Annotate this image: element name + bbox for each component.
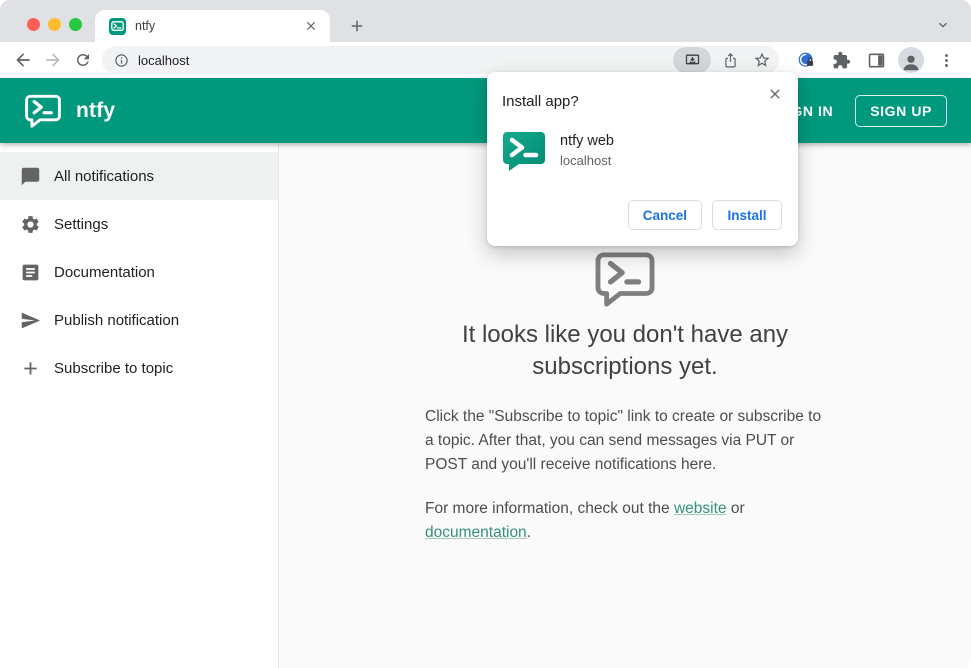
sidebar-item-subscribe-to-topic[interactable]: Subscribe to topic xyxy=(0,344,278,392)
install-app-icon[interactable] xyxy=(673,47,711,73)
close-window-button[interactable] xyxy=(27,18,40,31)
sidebar-item-label: Documentation xyxy=(54,263,155,281)
share-icon[interactable] xyxy=(717,47,743,73)
empty-state-more: For more information, check out the webs… xyxy=(425,497,825,545)
sign-up-button[interactable]: SIGN UP xyxy=(855,94,947,127)
install-app-dialog: Install app? ntfy web localhost Cancel I… xyxy=(487,72,798,246)
sidebar-item-all-notifications[interactable]: All notifications xyxy=(0,152,278,200)
ntfy-app-icon xyxy=(502,131,546,171)
sidebar-item-publish-notification[interactable]: Publish notification xyxy=(0,296,278,344)
more-info-text: or xyxy=(726,500,745,517)
ntfy-app-bar: ntfy SIGN IN SIGN UP xyxy=(0,78,971,143)
zoom-window-button[interactable] xyxy=(69,18,82,31)
profile-avatar[interactable] xyxy=(898,47,924,73)
tab-title: ntfy xyxy=(135,19,156,33)
dialog-app-origin: localhost xyxy=(560,153,612,168)
new-tab-button[interactable] xyxy=(344,13,370,39)
browser-tab-ntfy[interactable]: ntfy xyxy=(95,10,330,42)
more-info-text: . xyxy=(526,524,531,541)
empty-state-heading: It looks like you don't have any subscri… xyxy=(461,321,789,380)
app-title: ntfy xyxy=(76,98,116,122)
documentation-link[interactable]: documentation xyxy=(425,524,527,541)
app-body: All notifications Settings Documentation… xyxy=(0,143,971,668)
sidebar-item-label: All notifications xyxy=(54,167,155,185)
sidebar: All notifications Settings Documentation… xyxy=(0,143,279,668)
article-icon xyxy=(19,261,41,283)
refresh-button[interactable] xyxy=(68,45,98,75)
sidebar-item-settings[interactable]: Settings xyxy=(0,200,278,248)
sidebar-item-label: Subscribe to topic xyxy=(54,359,174,377)
password-extension-icon[interactable] xyxy=(793,47,819,73)
more-info-text: For more information, check out the xyxy=(425,500,674,517)
empty-state: It looks like you don't have any subscri… xyxy=(425,251,825,545)
chat-icon xyxy=(19,165,41,187)
tab-favicon-ntfy-icon xyxy=(109,17,126,35)
dialog-app-row: ntfy web localhost xyxy=(502,131,614,171)
omnibox-actions xyxy=(673,47,775,73)
tab-search-chevron-down-icon[interactable] xyxy=(931,13,955,37)
empty-state-body: Click the "Subscribe to topic" link to c… xyxy=(425,408,822,473)
sidebar-item-label: Publish notification xyxy=(54,311,180,329)
extensions-puzzle-icon[interactable] xyxy=(828,47,854,73)
sidebar-item-label: Settings xyxy=(54,215,109,233)
ntfy-logo-icon xyxy=(24,94,62,128)
side-panel-icon[interactable] xyxy=(863,47,889,73)
browser-window: ntfy localhost ntfy SIGN IN SIGN UP All … xyxy=(0,0,971,668)
url-text[interactable]: localhost xyxy=(138,53,664,68)
browser-toolbar: localhost xyxy=(0,42,971,78)
dialog-close-icon[interactable] xyxy=(765,84,785,104)
bookmark-star-icon[interactable] xyxy=(749,47,775,73)
cancel-button[interactable]: Cancel xyxy=(627,200,702,230)
send-icon xyxy=(19,309,41,331)
back-button[interactable] xyxy=(8,45,38,75)
dialog-app-meta: ntfy web localhost xyxy=(560,131,614,168)
install-button[interactable]: Install xyxy=(712,200,782,230)
tab-strip: ntfy xyxy=(0,0,971,42)
forward-button[interactable] xyxy=(38,45,68,75)
browser-menu-kebab-icon[interactable] xyxy=(933,47,959,73)
extensions-cluster xyxy=(783,47,963,73)
address-bar[interactable]: localhost xyxy=(102,46,779,74)
sidebar-item-documentation[interactable]: Documentation xyxy=(0,248,278,296)
site-info-icon[interactable] xyxy=(114,53,129,68)
ntfy-brand: ntfy xyxy=(24,94,115,128)
minimize-window-button[interactable] xyxy=(48,18,61,31)
dialog-app-name: ntfy web xyxy=(560,133,614,149)
dialog-buttons: Cancel Install xyxy=(627,200,782,230)
window-controls xyxy=(27,18,82,31)
website-link[interactable]: website xyxy=(674,500,727,517)
plus-icon xyxy=(19,357,41,379)
ntfy-terminal-icon xyxy=(425,251,825,307)
dialog-title: Install app? xyxy=(502,93,579,110)
tab-close-icon[interactable] xyxy=(302,17,320,35)
gear-icon xyxy=(19,213,41,235)
